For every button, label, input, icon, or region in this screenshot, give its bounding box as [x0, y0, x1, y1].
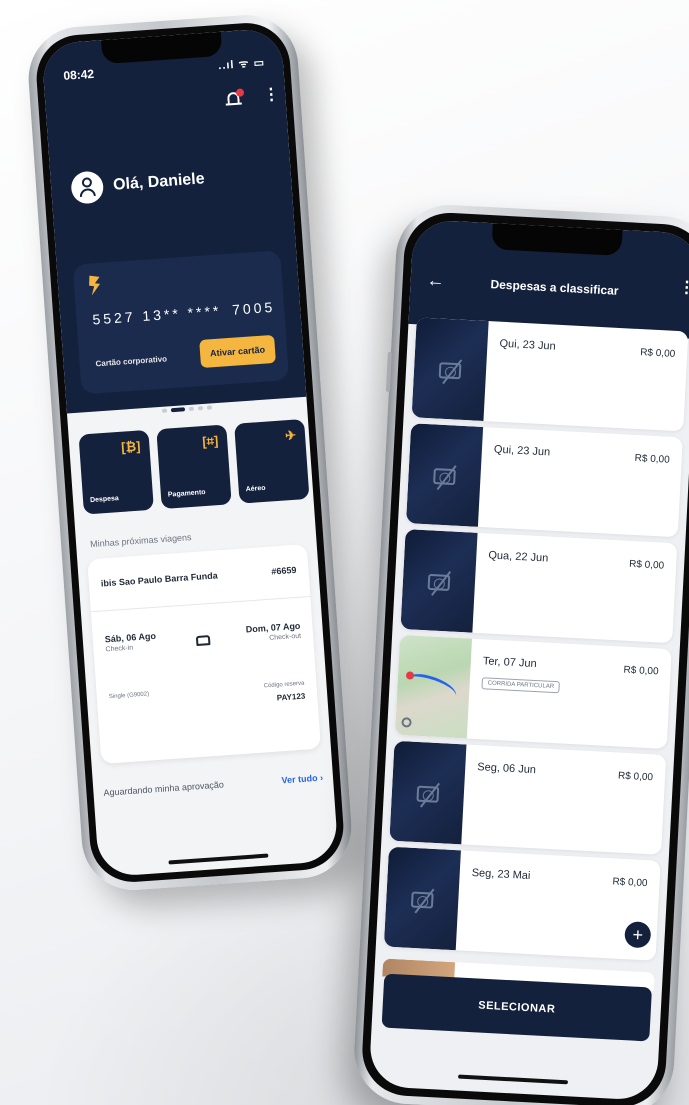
- booking-code-label: Código reserva: [263, 680, 305, 690]
- divider: [90, 595, 311, 613]
- expense-amount: R$ 0,00: [612, 876, 648, 890]
- avatar-icon[interactable]: [70, 170, 105, 205]
- chevron-right-icon: ›: [319, 772, 324, 783]
- card-label: Cartão corporativo: [95, 354, 168, 369]
- map-thumbnail: [394, 634, 473, 739]
- home-indicator[interactable]: [457, 1074, 569, 1085]
- card-number-left: 5527 13** ****: [91, 302, 222, 328]
- camera-off-icon: [427, 573, 451, 592]
- tile-label: Despesa: [89, 495, 120, 505]
- carousel-dot[interactable]: [206, 405, 213, 410]
- notification-bell-icon[interactable]: [225, 88, 245, 108]
- bed-icon: [195, 635, 211, 647]
- home-indicator[interactable]: [168, 853, 269, 865]
- expense-amount: R$ 0,00: [623, 664, 659, 678]
- expense-item[interactable]: Ter, 07 Jun R$ 0,00 CORRIDA PARTICULAR: [394, 634, 672, 750]
- expense-amount: R$ 0,00: [628, 558, 665, 572]
- expense-date: Ter, 07 Jun: [482, 655, 537, 671]
- tile-aereo[interactable]: ✈ Aéreo: [234, 418, 310, 504]
- carousel-dot[interactable]: [161, 408, 168, 413]
- expense-tag: CORRIDA PARTICULAR: [481, 677, 561, 694]
- header-actions: ⋮: [225, 86, 280, 108]
- see-all-link[interactable]: Ver tudo ›: [281, 773, 323, 786]
- more-menu-icon[interactable]: ⋮: [678, 279, 689, 297]
- camera-off-icon: [410, 891, 434, 909]
- phone-home: 08:42 ..ıl ᯤ ▭ ⋮ Olá, Daniele 5527 13** …: [25, 11, 355, 894]
- activate-card-button[interactable]: Ativar cartão: [199, 334, 276, 369]
- tile-label: Aéreo: [245, 484, 266, 494]
- carousel-dot[interactable]: [197, 405, 204, 411]
- checkout-label: Check-out: [269, 632, 302, 642]
- carousel-dot-active[interactable]: [170, 407, 186, 413]
- trip-card[interactable]: ibis Sao Paulo Barra Funda #6659 Sáb, 06…: [87, 544, 321, 764]
- booking-code: PAY123: [276, 691, 306, 703]
- brand-bolt-icon: [89, 275, 101, 296]
- card-number-right: 7005: [231, 298, 276, 318]
- expense-item[interactable]: Seg, 06 Jun R$ 0,00: [389, 740, 667, 855]
- awaiting-approval-label: Aguardando minha aprovação: [103, 779, 225, 798]
- see-all-label: Ver tudo: [281, 772, 318, 786]
- expense-date: Qua, 22 Jun: [488, 549, 549, 565]
- camera-off-icon: [433, 468, 456, 486]
- expense-date: Seg, 06 Jun: [477, 761, 537, 777]
- expense-list: Qui, 23 Jun R$ 0,00 Qui, 23 Jun R$ 0,00 …: [375, 317, 689, 967]
- expense-date: Seg, 23 Mai: [471, 866, 531, 883]
- expense-date: Qui, 23 Jun: [493, 443, 551, 459]
- card-number: 5527 13** **** 7005: [91, 299, 276, 328]
- expense-amount: R$ 0,00: [617, 770, 654, 784]
- expense-item[interactable]: Qua, 22 Jun R$ 0,00: [400, 529, 678, 644]
- notification-badge: [235, 88, 245, 97]
- no-photo-thumbnail: [411, 317, 489, 421]
- awaiting-approval-row: Aguardando minha aprovação Ver tudo ›: [103, 773, 323, 798]
- carousel-dot[interactable]: [188, 406, 195, 411]
- tile-despesa[interactable]: [₿] Despesa: [78, 429, 154, 515]
- expense-date: Qui, 23 Jun: [499, 337, 557, 353]
- camera-off-icon: [438, 362, 462, 380]
- corporate-card[interactable]: 5527 13** **** 7005 Cartão corporativo A…: [72, 250, 290, 395]
- no-photo-thumbnail: [389, 740, 467, 845]
- room-type: Single (G9002): [108, 691, 150, 701]
- more-menu-icon[interactable]: ⋮: [263, 86, 280, 104]
- no-photo-thumbnail: [400, 529, 478, 633]
- camera-off-icon: [416, 785, 440, 803]
- phone-bezel: ← Despesas a classificar ⋮ Qui, 23 Jun R…: [360, 210, 689, 1105]
- tile-pagamento[interactable]: [⌗] Pagamento: [156, 424, 232, 510]
- airplane-icon: ✈: [284, 427, 297, 444]
- no-photo-thumbnail: [383, 846, 461, 951]
- no-photo-thumbnail: [405, 423, 484, 527]
- scan-receipt-icon: [₿]: [120, 438, 141, 455]
- next-trips-title: Minhas próximas viagens: [89, 532, 192, 550]
- trip-code: #6659: [271, 564, 297, 577]
- checkin-label: Check-in: [105, 644, 134, 654]
- expense-item[interactable]: Qui, 23 Jun R$ 0,00: [405, 423, 683, 538]
- greeting-text: Olá, Daniele: [112, 170, 206, 194]
- scan-qr-icon: [⌗]: [201, 433, 219, 450]
- phone-expenses: ← Despesas a classificar ⋮ Qui, 23 Jun R…: [351, 202, 689, 1105]
- zoom-icon: [401, 717, 412, 728]
- expense-item[interactable]: Seg, 23 Mai R$ 0,00: [383, 846, 661, 961]
- tile-label: Pagamento: [167, 489, 206, 499]
- expense-amount: R$ 0,00: [634, 452, 670, 466]
- expenses-screen: ← Despesas a classificar ⋮ Qui, 23 Jun R…: [368, 219, 689, 1101]
- expense-item[interactable]: Qui, 23 Jun R$ 0,00: [411, 317, 689, 432]
- status-time: 08:42: [62, 66, 95, 83]
- expense-amount: R$ 0,00: [639, 347, 676, 360]
- quick-actions: [₿] Despesa [⌗] Pagamento ✈ Aéreo Hospedage…: [78, 413, 339, 515]
- home-screen: 08:42 ..ıl ᯤ ▭ ⋮ Olá, Daniele 5527 13** …: [41, 27, 339, 878]
- hotel-name: ibis Sao Paulo Barra Funda: [100, 570, 219, 589]
- checkin-date: Sáb, 06 Ago: [104, 630, 157, 645]
